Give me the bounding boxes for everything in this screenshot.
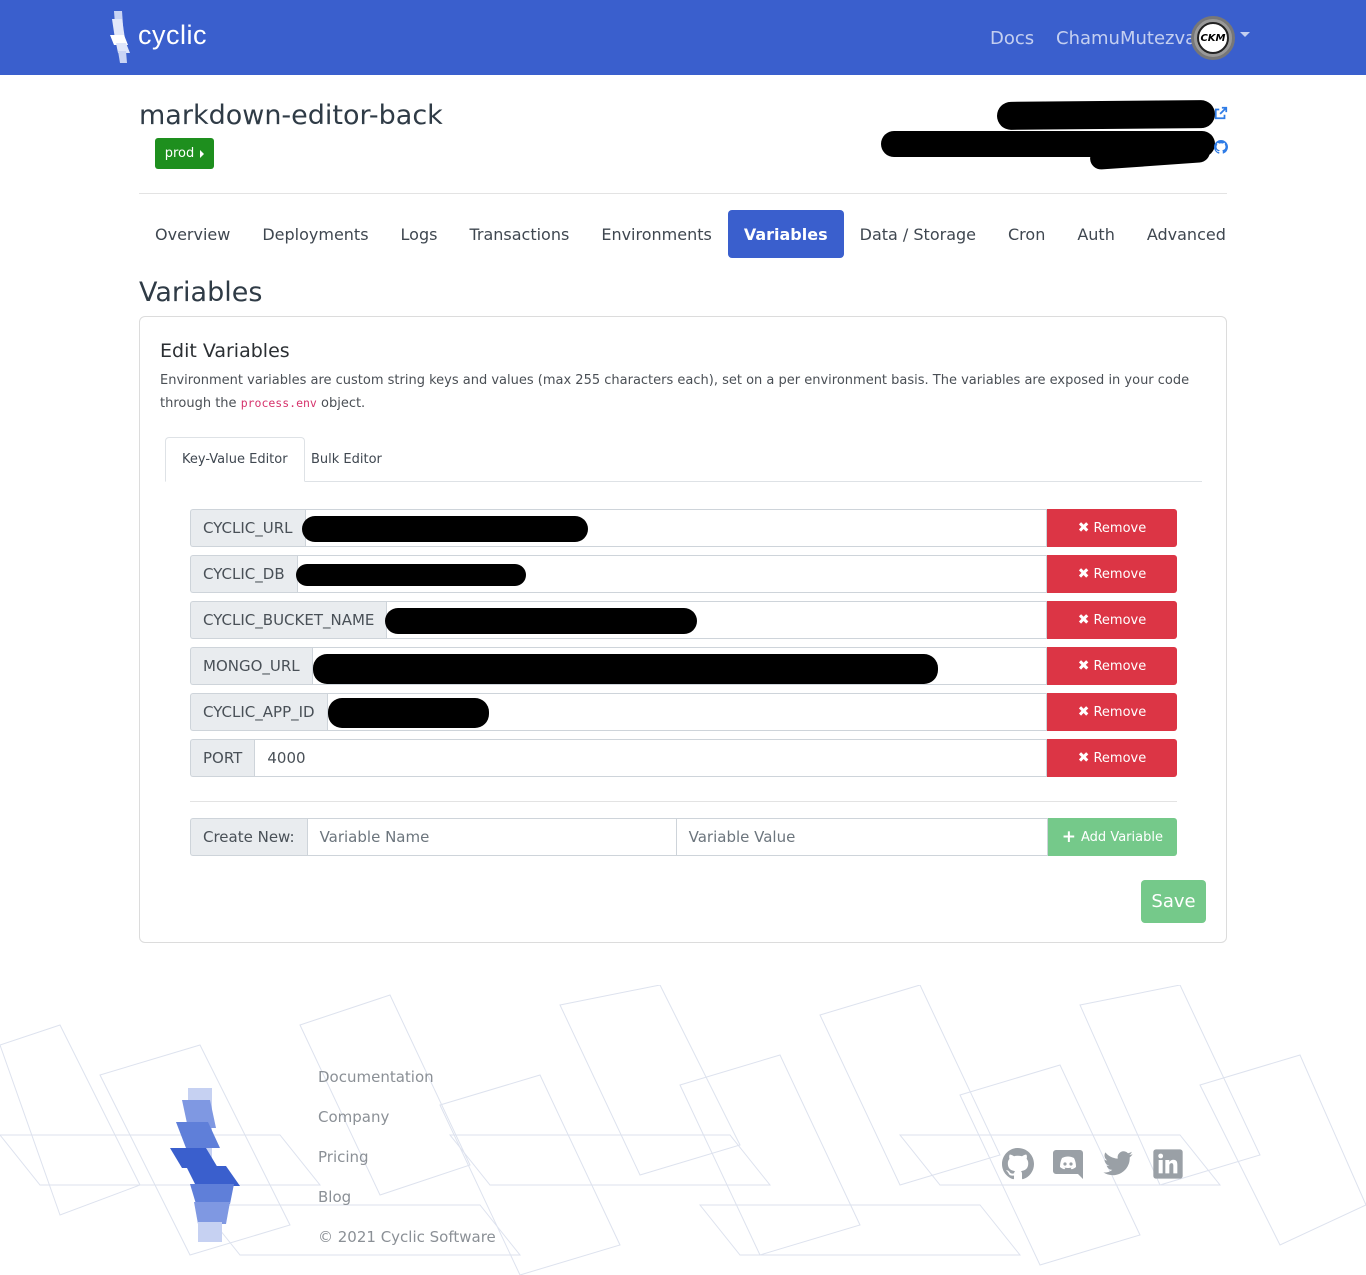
page-title: markdown-editor-back xyxy=(139,100,443,131)
avatar-initials: CKM xyxy=(1197,22,1229,54)
remove-button[interactable]: ✖ Remove xyxy=(1047,739,1177,777)
footer-link-documentation[interactable]: Documentation xyxy=(318,1068,434,1086)
redacted-value xyxy=(312,654,938,684)
github-icon[interactable] xyxy=(1214,140,1228,154)
username-link[interactable]: ChamuMutezva xyxy=(1056,28,1196,49)
remove-label: Remove xyxy=(1093,612,1147,628)
cyclic-logo-icon xyxy=(110,11,130,63)
environment-label: prod xyxy=(164,146,195,161)
app-tabs: Overview Deployments Logs Transactions E… xyxy=(139,210,1242,258)
tab-data-storage[interactable]: Data / Storage xyxy=(844,210,992,258)
variable-row: MONGO_URL ✖ Remove xyxy=(190,647,1177,685)
remove-button[interactable]: ✖ Remove xyxy=(1047,555,1177,593)
redacted-value xyxy=(327,698,489,728)
linkedin-icon[interactable] xyxy=(1152,1148,1184,1180)
variable-key: PORT xyxy=(190,739,255,777)
variable-key: CYCLIC_URL xyxy=(190,509,305,547)
process-env-code: process.env xyxy=(240,396,317,410)
header-divider xyxy=(139,193,1227,194)
redacted-value xyxy=(301,516,588,542)
docs-link[interactable]: Docs xyxy=(990,28,1034,49)
footer-link-pricing[interactable]: Pricing xyxy=(318,1148,369,1166)
remove-button[interactable]: ✖ Remove xyxy=(1047,601,1177,639)
add-variable-button[interactable]: + Add Variable xyxy=(1047,818,1177,856)
variable-key: CYCLIC_DB xyxy=(190,555,297,593)
tab-environments[interactable]: Environments xyxy=(585,210,728,258)
variable-key: CYCLIC_APP_ID xyxy=(190,693,327,731)
editor-subtabs: Key-Value Editor Bulk Editor xyxy=(165,437,1202,482)
subtab-key-value-editor[interactable]: Key-Value Editor xyxy=(165,437,305,482)
subtab-bulk-editor[interactable]: Bulk Editor xyxy=(295,437,398,482)
tab-cron[interactable]: Cron xyxy=(992,210,1061,258)
tab-overview[interactable]: Overview xyxy=(139,210,246,258)
close-icon: ✖ xyxy=(1077,612,1090,628)
remove-label: Remove xyxy=(1093,520,1147,536)
description-text-end: object. xyxy=(321,396,366,411)
variable-value-input[interactable] xyxy=(295,555,1047,593)
variable-value-input[interactable]: 4000 xyxy=(254,739,1047,777)
avatar[interactable]: CKM xyxy=(1191,16,1235,60)
variable-name-input[interactable]: Variable Name xyxy=(306,818,677,856)
tab-deployments[interactable]: Deployments xyxy=(246,210,384,258)
close-icon: ✖ xyxy=(1077,704,1090,720)
variable-row: CYCLIC_URL ✖ Remove xyxy=(190,509,1177,547)
close-icon: ✖ xyxy=(1077,520,1090,536)
redacted-app-url xyxy=(996,100,1216,130)
remove-button[interactable]: ✖ Remove xyxy=(1047,509,1177,547)
variable-value-input[interactable] xyxy=(311,647,1047,685)
save-button[interactable]: Save xyxy=(1141,880,1206,923)
footer-link-blog[interactable]: Blog xyxy=(318,1188,351,1206)
copyright: © 2021 Cyclic Software xyxy=(318,1228,496,1246)
twitter-icon[interactable] xyxy=(1102,1148,1134,1180)
github-icon[interactable] xyxy=(1002,1148,1034,1180)
top-navbar: cyclic Docs ChamuMutezva CKM xyxy=(0,0,1366,75)
create-new-label: Create New: xyxy=(190,818,307,856)
plus-icon: + xyxy=(1061,827,1077,847)
brand-logo-link[interactable]: cyclic xyxy=(108,9,207,65)
environment-dropdown-button[interactable]: prod xyxy=(155,138,214,169)
edit-variables-card: Edit Variables Environment variables are… xyxy=(139,316,1227,943)
remove-label: Remove xyxy=(1093,566,1147,582)
redacted-value xyxy=(295,564,526,586)
external-link-icon[interactable] xyxy=(1214,106,1228,120)
variable-row: CYCLIC_DB ✖ Remove xyxy=(190,555,1177,593)
variable-value-input[interactable] xyxy=(301,509,1047,547)
remove-button[interactable]: ✖ Remove xyxy=(1047,693,1177,731)
create-variable-row: Create New: Variable Name Variable Value… xyxy=(190,818,1177,856)
close-icon: ✖ xyxy=(1077,566,1090,582)
remove-label: Remove xyxy=(1093,658,1147,674)
card-title: Edit Variables xyxy=(160,340,290,362)
tab-logs[interactable]: Logs xyxy=(385,210,454,258)
tab-advanced[interactable]: Advanced xyxy=(1131,210,1242,258)
close-icon: ✖ xyxy=(1077,658,1090,674)
footer-link-company[interactable]: Company xyxy=(318,1108,389,1126)
variable-row: CYCLIC_BUCKET_NAME ✖ Remove xyxy=(190,601,1177,639)
tab-transactions[interactable]: Transactions xyxy=(453,210,585,258)
close-icon: ✖ xyxy=(1077,750,1090,766)
brand-name: cyclic xyxy=(138,19,207,50)
variable-value-input[interactable] xyxy=(326,693,1047,731)
cyclic-footer-logo-icon xyxy=(170,1088,240,1242)
variable-value-input[interactable] xyxy=(385,601,1047,639)
tab-auth[interactable]: Auth xyxy=(1061,210,1131,258)
variable-value-input[interactable]: Variable Value xyxy=(676,818,1048,856)
caret-right-icon xyxy=(200,149,205,158)
variable-key: CYCLIC_BUCKET_NAME xyxy=(190,601,387,639)
rows-divider xyxy=(190,801,1177,802)
add-variable-label: Add Variable xyxy=(1081,829,1163,845)
remove-label: Remove xyxy=(1093,750,1147,766)
section-title: Variables xyxy=(139,277,263,308)
card-description: Environment variables are custom string … xyxy=(160,370,1210,415)
discord-icon[interactable] xyxy=(1052,1148,1084,1180)
remove-label: Remove xyxy=(1093,704,1147,720)
variable-row: PORT 4000 ✖ Remove xyxy=(190,739,1177,777)
redacted-value xyxy=(385,608,698,634)
user-menu-chevron-down-icon[interactable] xyxy=(1240,32,1250,37)
remove-button[interactable]: ✖ Remove xyxy=(1047,647,1177,685)
variable-row: CYCLIC_APP_ID ✖ Remove xyxy=(190,693,1177,731)
variable-key: MONGO_URL xyxy=(190,647,312,685)
tab-variables[interactable]: Variables xyxy=(727,210,844,258)
